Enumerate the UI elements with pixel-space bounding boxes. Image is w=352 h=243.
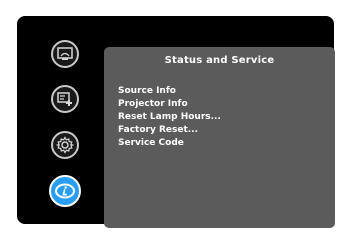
image-settings-icon[interactable]	[51, 40, 79, 68]
menu-item-service-code[interactable]: Service Code	[118, 137, 221, 150]
gear-icon[interactable]	[51, 131, 79, 159]
menu-item-source-info[interactable]: Source Info	[118, 85, 221, 98]
advanced-setup-icon[interactable]	[51, 85, 79, 113]
status-service-panel: Status and Service Source Info Projector…	[104, 47, 335, 228]
menu-item-projector-info[interactable]: Projector Info	[118, 98, 221, 111]
info-icon[interactable]	[49, 175, 81, 207]
panel-title: Status and Service	[164, 55, 275, 66]
menu-list: Source Info Projector Info Reset Lamp Ho…	[118, 85, 221, 150]
menu-item-reset-lamp-hours[interactable]: Reset Lamp Hours...	[118, 111, 221, 124]
menu-item-factory-reset[interactable]: Factory Reset...	[118, 124, 221, 137]
osd-screen: Status and Service Source Info Projector…	[17, 16, 335, 228]
